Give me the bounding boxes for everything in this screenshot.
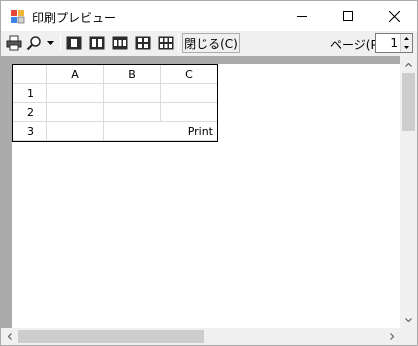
three-pages-icon [112, 36, 128, 50]
six-pages-icon [158, 36, 174, 50]
two-pages-button[interactable] [88, 33, 106, 53]
one-page-button[interactable] [65, 33, 83, 53]
app-icon [10, 9, 25, 24]
scrollbar-corner [400, 328, 417, 345]
column-header: B [103, 64, 161, 84]
dropdown-arrow-icon [46, 41, 54, 45]
spin-down-arrow-icon [404, 46, 409, 49]
table-cell [103, 83, 161, 103]
title-bar: 印刷プレビュー [1, 1, 417, 31]
chevron-up-icon [405, 62, 412, 67]
toolbar: 閉じる(C) ページ(P) 1 [1, 31, 417, 56]
vertical-scroll-thumb[interactable] [402, 73, 415, 131]
zoom-icon [26, 36, 41, 51]
scroll-up-button[interactable] [400, 56, 417, 73]
close-preview-button[interactable]: 閉じる(C) [182, 33, 240, 53]
close-window-button[interactable] [371, 1, 417, 31]
table-cell [46, 121, 104, 141]
scroll-right-button[interactable] [383, 328, 400, 345]
six-pages-button[interactable] [157, 33, 175, 53]
chevron-down-icon [405, 317, 412, 322]
four-pages-button[interactable] [134, 33, 152, 53]
preview-area[interactable]: A B C 1 2 3 Print [1, 56, 400, 328]
table-cell: Print [160, 121, 218, 141]
close-icon [388, 10, 400, 22]
maximize-icon [343, 11, 353, 21]
table-row: 1 [12, 83, 218, 103]
column-header: C [160, 64, 218, 84]
table-cell [160, 102, 218, 122]
one-page-icon [66, 36, 82, 50]
table-cell [46, 102, 104, 122]
print-button[interactable] [4, 33, 24, 53]
two-pages-icon [89, 36, 105, 50]
row-header: 3 [12, 121, 47, 141]
minimize-icon [297, 16, 307, 17]
page-number-stepper[interactable]: 1 [375, 33, 413, 53]
table-cell [103, 102, 161, 122]
scroll-down-button[interactable] [400, 311, 417, 328]
corner-cell [12, 64, 47, 84]
preview-page: A B C 1 2 3 Print [12, 64, 400, 328]
minimize-button[interactable] [279, 1, 325, 31]
window-title: 印刷プレビュー [32, 11, 117, 25]
vertical-scrollbar[interactable] [400, 56, 417, 328]
table-cell [103, 121, 161, 141]
column-header-row: A B C [12, 64, 218, 84]
table-cell [46, 83, 104, 103]
print-preview-window: 印刷プレビュー 閉じる(C) ページ(P) 1 A B C 1 2 3 Prin… [0, 0, 418, 346]
zoom-button[interactable] [25, 33, 43, 53]
zoom-dropdown-button[interactable] [44, 33, 56, 53]
chevron-left-icon [7, 333, 12, 340]
maximize-button[interactable] [325, 1, 371, 31]
three-pages-button[interactable] [111, 33, 129, 53]
row-header: 2 [12, 102, 47, 122]
page-down-button[interactable] [400, 43, 412, 52]
page-number-value: 1 [390, 36, 398, 50]
chevron-right-icon [389, 333, 394, 340]
horizontal-scrollbar[interactable] [1, 328, 400, 345]
row-header: 1 [12, 83, 47, 103]
table-row: 3 Print [12, 121, 218, 141]
horizontal-scroll-thumb[interactable] [18, 330, 204, 343]
table-cell [160, 83, 218, 103]
toolbar-separator [60, 34, 61, 52]
printer-icon [6, 35, 22, 51]
page-up-button[interactable] [400, 34, 412, 43]
column-header: A [46, 64, 104, 84]
toolbar-separator [178, 34, 179, 52]
scroll-left-button[interactable] [1, 328, 18, 345]
spin-up-arrow-icon [404, 37, 409, 40]
spreadsheet-preview: A B C 1 2 3 Print [12, 64, 218, 141]
table-row: 2 [12, 102, 218, 122]
four-pages-icon [135, 36, 151, 50]
